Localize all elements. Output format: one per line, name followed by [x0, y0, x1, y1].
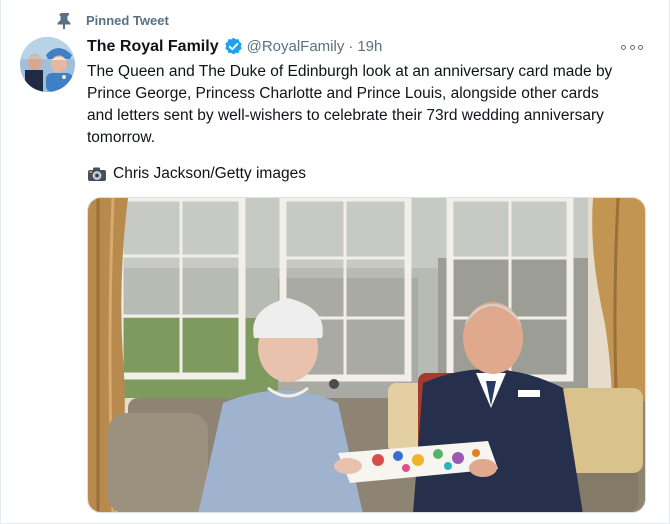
pinned-tweet-indicator: Pinned Tweet: [56, 11, 169, 30]
tweet-card[interactable]: Pinned Tweet The Royal Family @RoyalFami…: [0, 0, 670, 524]
credit-text: Chris Jackson/Getty images: [113, 165, 306, 182]
separator-dot: ·: [348, 38, 354, 55]
photo-credit: Chris Jackson/Getty images: [87, 165, 306, 183]
tweet-text-line: and letters sent by well-wishers to cele…: [87, 107, 604, 124]
pinned-label: Pinned Tweet: [86, 12, 169, 28]
display-name[interactable]: The Royal Family: [87, 38, 219, 56]
verified-badge-icon: [224, 37, 243, 56]
user-handle[interactable]: @RoyalFamily: [247, 38, 345, 55]
tweet-text-line: Prince George, Princess Charlotte and Pr…: [87, 85, 599, 102]
more-options-icon[interactable]: [621, 41, 643, 53]
avatar[interactable]: [20, 37, 75, 92]
tweet-photo[interactable]: [87, 197, 646, 513]
pin-icon: [56, 11, 74, 30]
tweet-text-line: tomorrow.: [87, 129, 156, 146]
tweet-text: The Queen and The Duke of Edinburgh look…: [87, 61, 655, 149]
tweet-header: The Royal Family @RoyalFamily · 19h: [87, 37, 382, 56]
timestamp[interactable]: 19h: [357, 38, 382, 55]
camera-icon: [87, 166, 107, 182]
tweet-text-line: The Queen and The Duke of Edinburgh look…: [87, 63, 613, 80]
